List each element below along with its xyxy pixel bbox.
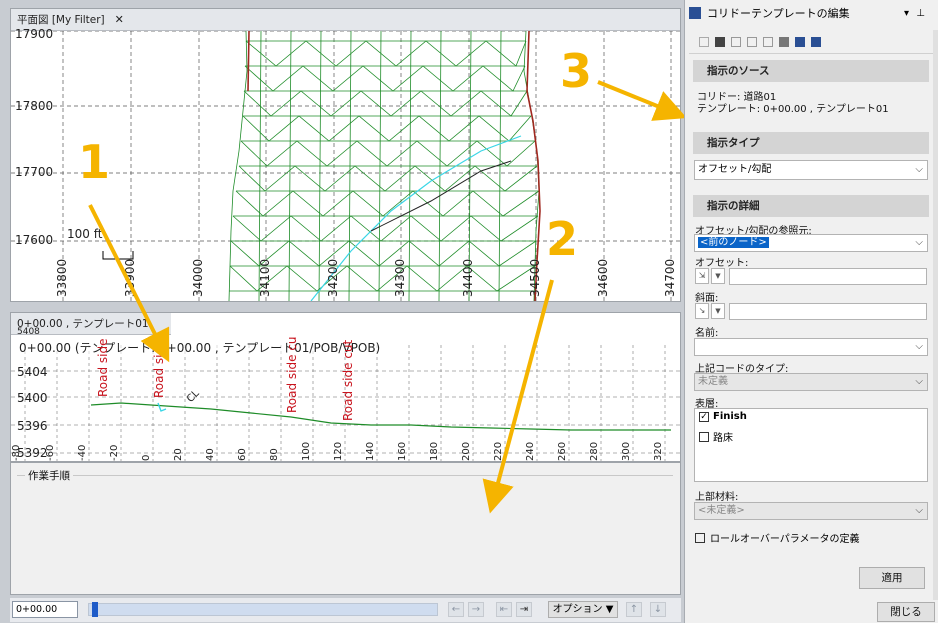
- panel-toolbar: [689, 30, 935, 54]
- slope-dropdown-icon[interactable]: ▼: [711, 303, 725, 319]
- surface-list[interactable]: ✓ Finish 路床: [694, 408, 928, 482]
- type-section-header: 指示タイプ: [693, 132, 929, 154]
- detail-section-header: 指示の詳細: [693, 195, 929, 217]
- chevron-down-icon: ⌵: [915, 237, 923, 248]
- type-value: オフセット/勾配: [698, 164, 772, 175]
- type-select[interactable]: オフセット/勾配 ⌵: [694, 160, 928, 180]
- node-icon[interactable]: [731, 36, 741, 47]
- tool-a-icon[interactable]: [779, 36, 789, 47]
- name-label: 名前:: [695, 328, 719, 339]
- chevron-down-icon: ⌵: [915, 376, 923, 387]
- source-section-header: 指示のソース: [693, 60, 929, 82]
- offset-dropdown-icon[interactable]: ▼: [711, 268, 725, 284]
- annotation-1: 1: [78, 135, 111, 189]
- node-remove-icon[interactable]: [763, 36, 773, 47]
- list-item[interactable]: 路床: [699, 429, 733, 444]
- checkbox[interactable]: [699, 431, 709, 442]
- scrollbar[interactable]: [933, 30, 938, 600]
- reference-value: <前のノード>: [698, 237, 769, 248]
- app-icon: [689, 7, 701, 19]
- chevron-down-icon: ⌵: [915, 164, 923, 175]
- arrow-3: [597, 80, 684, 121]
- panel-title: コリドーテンプレートの編集: [707, 7, 850, 20]
- edit-template-panel: コリドーテンプレートの編集 ▾ ⊥ 指示のソース コリドー: 道路01 テンプレ…: [684, 0, 938, 623]
- surface-name: Finish: [713, 411, 747, 422]
- rollover-label: ロールオーバーパラメータの定義: [710, 534, 860, 545]
- annotation-2: 2: [546, 212, 579, 266]
- material-value: <未定義>: [698, 505, 745, 516]
- workspace: 平面図 [My Filter] ✕ 17900 17800 17700 1760…: [0, 0, 684, 623]
- chevron-down-icon: ⌵: [915, 505, 923, 516]
- material-select[interactable]: <未定義> ⌵: [694, 502, 928, 520]
- tool-c-icon[interactable]: [811, 36, 821, 47]
- checkbox[interactable]: [695, 532, 705, 543]
- filter-icon[interactable]: [699, 36, 709, 47]
- slope-mode-icon[interactable]: ↘: [695, 303, 709, 319]
- rollover-option[interactable]: ロールオーバーパラメータの定義: [695, 530, 860, 545]
- close-button[interactable]: 閉じる: [877, 602, 935, 622]
- offset-label: オフセット:: [695, 258, 749, 269]
- reference-select[interactable]: <前のノード> ⌵: [694, 234, 928, 252]
- offset-input[interactable]: [729, 268, 927, 285]
- slope-label: 斜面:: [695, 293, 719, 304]
- checkbox-checked[interactable]: ✓: [699, 411, 709, 422]
- dropdown-icon[interactable]: ▾: [904, 8, 909, 19]
- name-select[interactable]: ⌵: [694, 338, 928, 356]
- annotation-3: 3: [560, 44, 593, 98]
- offset-mode-icon[interactable]: ⇲: [695, 268, 709, 284]
- arrow-2: [482, 279, 554, 514]
- surface-name: 路床: [713, 433, 733, 444]
- code-type-value: 未定義: [698, 376, 728, 387]
- template-text: テンプレート: 0+00.00 , テンプレート01: [697, 104, 889, 115]
- pin-icon[interactable]: ⊥: [916, 8, 925, 19]
- code-type-select[interactable]: 未定義 ⌵: [694, 373, 928, 391]
- slope-input[interactable]: [729, 303, 927, 320]
- tool-b-icon[interactable]: [795, 36, 805, 47]
- view-icon[interactable]: [715, 36, 725, 47]
- node-add-icon[interactable]: [747, 36, 757, 47]
- chevron-down-icon: ⌵: [915, 341, 923, 352]
- list-item[interactable]: ✓ Finish: [699, 411, 747, 422]
- apply-button[interactable]: 適用: [859, 567, 925, 589]
- panel-titlebar: コリドーテンプレートの編集 ▾ ⊥: [685, 0, 938, 26]
- material-label: 上部材料:: [695, 492, 739, 503]
- arrow-1: [88, 204, 170, 363]
